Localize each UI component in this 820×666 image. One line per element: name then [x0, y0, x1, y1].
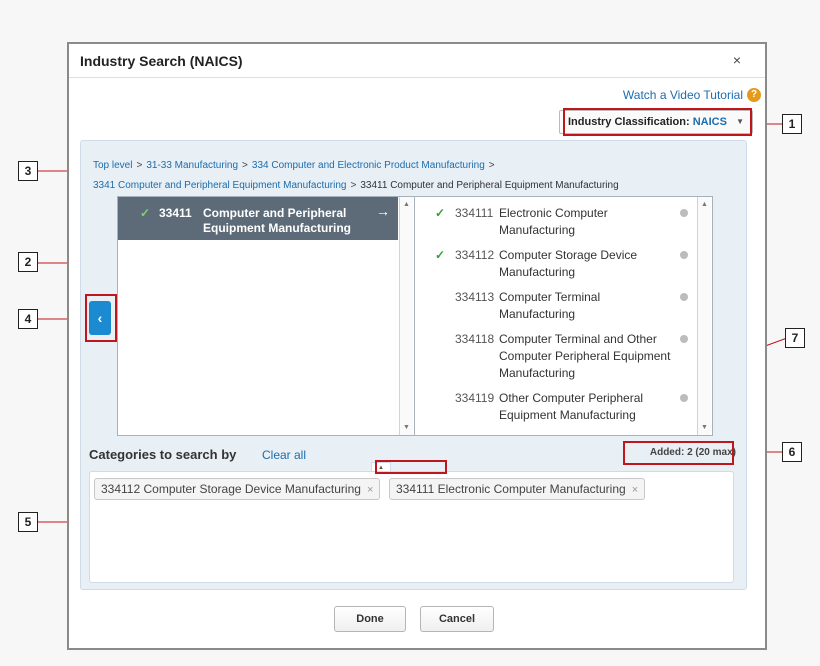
check-icon: ✓ — [435, 206, 446, 220]
left-column: ✓ 33411 Computer and Peripheral Equipmen… — [118, 197, 398, 435]
breadcrumb-current: 33411 Computer and Peripheral Equipment … — [360, 180, 619, 191]
callout-1: 1 — [782, 114, 802, 134]
breadcrumb-top-level[interactable]: Top level — [93, 160, 132, 171]
status-dot-icon — [680, 335, 688, 343]
selected-categories-box: 334112 Computer Storage Device Manufactu… — [89, 471, 734, 583]
dialog-title: Industry Search (NAICS) — [80, 53, 243, 69]
check-icon: ✓ — [140, 206, 151, 220]
dialog-titlebar: Industry Search (NAICS) × — [69, 44, 765, 78]
callout-5: 5 — [18, 512, 38, 532]
category-code: 33411 — [159, 206, 192, 220]
categories-heading: Categories to search by — [89, 447, 237, 462]
breadcrumb-separator: > — [350, 180, 357, 191]
breadcrumb-334[interactable]: 334 Computer and Electronic Product Manu… — [252, 160, 485, 171]
category-name: Computer Terminal Manufacturing — [499, 290, 601, 321]
category-code: 334113 — [455, 290, 495, 304]
category-code: 334119 — [455, 391, 495, 405]
remove-icon[interactable]: × — [367, 484, 373, 496]
breadcrumb-separator: > — [242, 160, 248, 171]
category-pill: 334111 Electronic Computer Manufacturing… — [389, 478, 646, 500]
callout-7: 7 — [785, 328, 805, 348]
close-icon[interactable]: × — [733, 52, 741, 68]
status-dot-icon — [680, 394, 688, 402]
cancel-button[interactable]: Cancel — [420, 606, 494, 632]
browse-panel: Top level >31-33 Manufacturing >334 Comput… — [80, 140, 747, 590]
breadcrumb-separator: > — [488, 160, 495, 171]
arrow-right-icon: → — [376, 203, 390, 219]
callout-2: 2 — [18, 252, 38, 272]
done-button[interactable]: Done — [334, 606, 406, 632]
highlight-box-added — [623, 441, 734, 465]
right-scrollbar[interactable]: ▲ ▼ — [697, 197, 711, 435]
category-name: Other Computer Peripheral Equipment Manu… — [499, 391, 644, 422]
category-code: 334118 — [455, 332, 495, 346]
breadcrumb: Top level >31-33 Manufacturing >334 Comput… — [93, 156, 619, 196]
scroll-down-icon[interactable]: ▼ — [403, 424, 410, 431]
highlight-box-industry — [563, 108, 752, 136]
scroll-down-icon[interactable]: ▼ — [701, 424, 708, 431]
category-code: 334112 — [455, 248, 495, 262]
breadcrumb-3341[interactable]: 3341 Computer and Peripheral Equipment M… — [93, 180, 347, 191]
callout-3: 3 — [18, 161, 38, 181]
dialog-footer: Done Cancel — [69, 588, 765, 648]
callout-4: 4 — [18, 309, 38, 329]
category-name: Computer Terminal and Other Computer Per… — [499, 332, 671, 380]
remove-icon[interactable]: × — [632, 484, 638, 496]
status-dot-icon — [680, 293, 688, 301]
pill-label: 334111 Electronic Computer Manufacturing — [396, 482, 626, 496]
check-icon: ✓ — [435, 248, 446, 262]
highlight-box-collapse — [375, 460, 447, 474]
category-columns: ✓ 33411 Computer and Peripheral Equipmen… — [117, 196, 713, 436]
watch-video-tutorial-link[interactable]: Watch a Video Tutorial — [623, 88, 743, 102]
clear-all-link[interactable]: Clear all — [262, 448, 306, 462]
pill-label: 334112 Computer Storage Device Manufactu… — [101, 482, 361, 496]
right-column: ✓ 334111 Electronic Computer Manufacturi… — [414, 197, 713, 435]
highlight-box-back — [85, 294, 117, 342]
category-pill: 334112 Computer Storage Device Manufactu… — [94, 478, 381, 500]
scroll-up-icon[interactable]: ▲ — [701, 201, 708, 208]
category-name: Electronic Computer Manufacturing — [499, 206, 608, 237]
callout-6: 6 — [782, 442, 802, 462]
breadcrumb-separator: > — [136, 160, 143, 171]
left-scrollbar[interactable]: ▲ ▼ — [399, 197, 413, 435]
breadcrumb-31-33[interactable]: 31-33 Manufacturing — [146, 160, 238, 171]
scroll-up-icon[interactable]: ▲ — [403, 201, 410, 208]
selected-category-row[interactable]: ✓ 33411 Computer and Peripheral Equipmen… — [118, 197, 398, 240]
category-name: Computer and Peripheral Equipment Manufa… — [203, 206, 351, 235]
help-icon[interactable]: ? — [747, 88, 761, 102]
status-dot-icon — [680, 209, 688, 217]
category-code: 334111 — [455, 206, 494, 220]
category-name: Computer Storage Device Manufacturing — [499, 248, 638, 279]
status-dot-icon — [680, 251, 688, 259]
